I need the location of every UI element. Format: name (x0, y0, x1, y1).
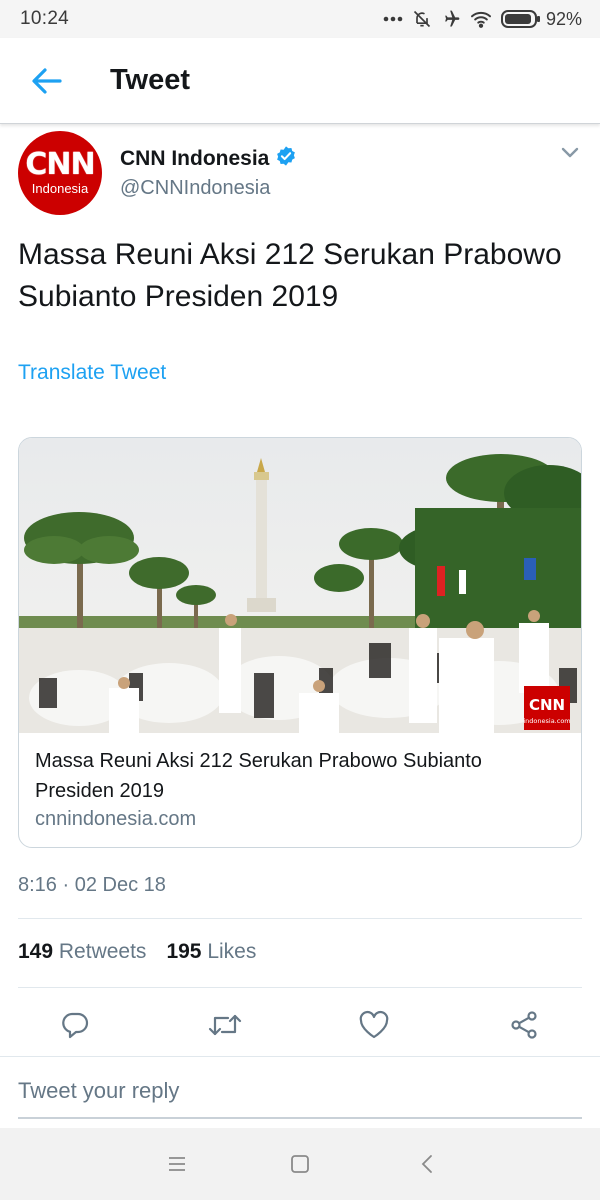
likes-label: Likes (207, 940, 257, 963)
share-icon (511, 1011, 537, 1039)
tweet-stats: 149 Retweets 195 Likes (18, 940, 256, 964)
tweet-author: CNN Indonesia CNN Indonesia @CNNIndonesi… (18, 131, 582, 221)
battery-percent: 92% (545, 8, 582, 29)
arrow-left-icon (32, 67, 62, 94)
verified-badge-icon (275, 145, 297, 172)
tweet-text: Massa Reuni Aksi 212 Serukan Prabowo Sub… (18, 238, 562, 313)
card-title: Massa Reuni Aksi 212 Serukan Prabowo Sub… (35, 750, 482, 802)
home-icon (291, 1155, 309, 1173)
card-watermark-logo: CNN (529, 696, 565, 714)
retweets-stat[interactable]: 149 Retweets (18, 940, 146, 964)
card-domain: cnnindonesia.com (35, 808, 197, 830)
wifi-icon (470, 10, 492, 28)
more-dots-icon (383, 16, 403, 22)
avatar[interactable]: CNN Indonesia (18, 131, 102, 215)
reply-button[interactable] (53, 1003, 97, 1047)
status-time: 10:24 (20, 8, 70, 29)
reply-input[interactable] (18, 1065, 582, 1119)
share-button[interactable] (502, 1003, 546, 1047)
card-image: CNN indonesia.com (19, 438, 581, 733)
like-button[interactable] (352, 1003, 396, 1047)
battery-level (504, 14, 531, 24)
retweets-label: Retweets (58, 940, 147, 963)
translate-tweet-link[interactable]: Translate Tweet (18, 361, 166, 385)
tweet-actions (18, 1003, 582, 1047)
page-title: Tweet (110, 64, 191, 96)
like-icon (359, 1010, 389, 1039)
retweet-icon (208, 1014, 242, 1036)
divider (18, 918, 582, 919)
system-back-button[interactable] (407, 1148, 447, 1180)
chevron-down-icon (561, 147, 579, 158)
link-card[interactable]: CNN indonesia.com Massa Reuni Aksi 212 S… (18, 437, 582, 848)
author-name-row: CNN Indonesia (120, 145, 297, 172)
avatar-sub: Indonesia (31, 180, 89, 196)
author-handle[interactable]: @CNNIndonesia (120, 177, 270, 200)
author-name[interactable]: CNN Indonesia (120, 147, 269, 171)
battery-icon (500, 10, 540, 28)
card-watermark-sub: indonesia.com (523, 717, 570, 725)
status-bar: 10:24 92% (0, 0, 600, 38)
retweet-button[interactable] (203, 1003, 247, 1047)
divider (18, 987, 582, 988)
retweets-count: 149 (18, 940, 54, 963)
likes-count: 195 (166, 940, 202, 963)
status-icons: 92% (383, 9, 582, 30)
airplane-icon (441, 9, 461, 29)
app-header: Tweet (0, 38, 600, 124)
menu-button[interactable] (157, 1148, 197, 1180)
notifications-off-icon (412, 9, 432, 29)
likes-stat[interactable]: 195 Likes (166, 940, 256, 964)
system-nav-bar (0, 1128, 600, 1200)
tweet-options-button[interactable] (558, 143, 582, 163)
tweet-timestamp: 8:16 · 02 Dec 18 (18, 874, 166, 896)
back-icon (421, 1155, 432, 1173)
reply-icon (62, 1012, 89, 1039)
home-button[interactable] (280, 1148, 320, 1180)
avatar-logo: CNN (25, 146, 95, 182)
back-button[interactable] (16, 51, 78, 111)
reply-bar (0, 1056, 600, 1128)
menu-icon (169, 1157, 185, 1171)
